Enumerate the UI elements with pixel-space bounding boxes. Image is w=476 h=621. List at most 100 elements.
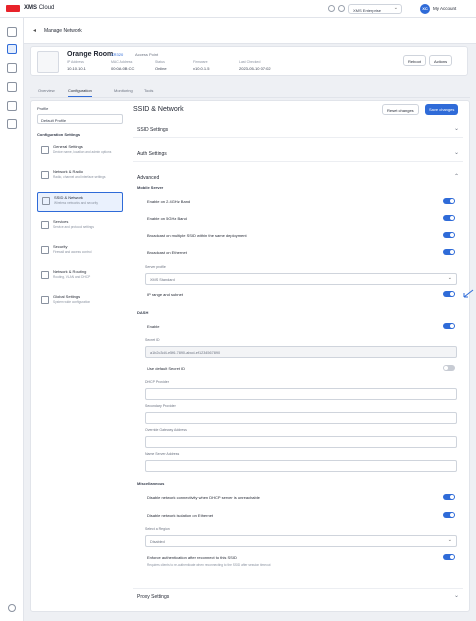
lock-icon — [41, 246, 49, 254]
nav-item-general[interactable]: General Settings Device name, location an… — [37, 142, 123, 162]
radio-icon — [41, 171, 49, 179]
avatar[interactable]: XC — [420, 4, 430, 14]
chevron-down-icon: ⌄ — [453, 126, 459, 132]
toggle-switch[interactable] — [443, 291, 455, 297]
general-icon — [41, 146, 49, 154]
profile-select[interactable]: Default Profile — [37, 114, 123, 124]
tab-bar: Overview Configuration Monitoring Tools — [30, 86, 470, 98]
chevron-down-icon: ⌄ — [453, 150, 459, 156]
collapse-icon[interactable] — [8, 604, 16, 612]
toggle-row: Disable network connectivity when DHCP s… — [145, 492, 457, 504]
toggle-switch[interactable] — [443, 215, 455, 221]
section-heading: Configuration Settings — [37, 132, 81, 137]
nav-item-services[interactable]: Services Service and protocol settings — [37, 217, 123, 237]
settings-nav: Profile Default Profile Configuration Se… — [37, 106, 123, 312]
field-label: DHCP Provider — [145, 380, 169, 384]
reset-button[interactable]: Reset changes — [382, 104, 419, 115]
network-icon[interactable] — [7, 44, 17, 54]
toggle-switch[interactable] — [443, 512, 455, 518]
mobile-heading: Mobile Server — [137, 185, 164, 190]
nav-item-radio[interactable]: Network & Radio Radio, channel and interf… — [37, 167, 123, 187]
monitor-icon[interactable] — [7, 63, 17, 73]
nav-item-global[interactable]: Global Settings System wide configuration — [37, 292, 123, 312]
back-arrow-icon[interactable]: ◂ — [33, 27, 36, 34]
misc-heading: Miscellaneous — [137, 481, 165, 486]
meta-ip: IP Address 10.10.10.1 — [67, 60, 86, 71]
meta-firmware: Firmware v10.0.1.5 — [193, 60, 210, 71]
tab-monitoring[interactable]: Monitoring — [114, 88, 133, 93]
field-label: Secondary Provider — [145, 404, 176, 408]
save-button[interactable]: Save changes — [425, 104, 459, 115]
nav-item-routing[interactable]: Network & Routing Routing, VLAN and DHCP — [37, 267, 123, 287]
device-type: Access Point — [135, 52, 159, 57]
secret-id-label: Secret ID — [145, 338, 160, 342]
shield-icon[interactable] — [7, 101, 17, 111]
secondary-provider-input[interactable] — [145, 412, 457, 424]
region-select[interactable]: Disabled — [145, 535, 457, 547]
toggle-row: Enable — [145, 321, 457, 333]
services-icon — [41, 221, 49, 229]
server-profile-label: Server profile — [145, 265, 166, 269]
toggle-row: IP range and subnet — [145, 289, 457, 301]
meta-mac: MAC Address 00:0A:0B:CC — [111, 60, 135, 71]
toggle-switch[interactable] — [443, 249, 455, 255]
user-name[interactable]: My Account — [433, 6, 456, 11]
page-title: Manage Network — [44, 28, 82, 34]
toggle-switch[interactable] — [443, 554, 455, 560]
account-select[interactable]: XMS Enterprise — [348, 4, 402, 14]
devices-icon[interactable] — [7, 82, 17, 92]
toggle-switch[interactable] — [443, 494, 455, 500]
tab-overview[interactable]: Overview — [38, 88, 55, 93]
actions-button[interactable]: Actions — [429, 55, 453, 66]
wifi-icon — [42, 197, 50, 205]
content-title: SSID & Network — [133, 106, 184, 113]
section-ssid[interactable]: SSID Settings ⌄ — [133, 122, 463, 138]
breadcrumb: ◂ Manage Network — [24, 18, 476, 44]
reboot-button[interactable]: Reboot — [403, 55, 426, 66]
home-icon[interactable] — [7, 27, 17, 37]
dash-heading: DASH — [137, 310, 149, 315]
server-profile-select[interactable]: XMS Standard — [145, 273, 457, 285]
name-server-input[interactable] — [145, 460, 457, 472]
device-model[interactable]: XR320 — [111, 52, 123, 57]
section-proxy[interactable]: Proxy Settings ⌄ — [133, 588, 463, 604]
meta-last-checked: Last Checked 2023-05-10 07:02 — [239, 60, 271, 71]
toggle-row: Enable on 5GHz Band — [145, 213, 457, 225]
help-text: Requires clients to re-authenticate when… — [147, 563, 271, 567]
field-label: Override Gateway Address — [145, 428, 187, 432]
profile-label: Profile — [37, 106, 49, 111]
nav-item-ssid[interactable]: SSID & Network Wireless networks and secu… — [37, 192, 123, 212]
secret-id-field[interactable]: a1b2c3d4-e5f6-7890-abcd-ef1234567890 — [145, 346, 457, 358]
toggle-row: Use default Secret ID — [145, 363, 457, 375]
toggle-switch[interactable] — [443, 323, 455, 329]
toggle-row: Disable network isolation on Ethernet — [145, 510, 457, 522]
routing-icon — [41, 271, 49, 279]
toggle-switch[interactable] — [443, 198, 455, 204]
device-header: Orange Room XR320 Access Point IP Addres… — [30, 46, 468, 76]
help-icon[interactable] — [328, 5, 335, 12]
device-name: Orange Room — [67, 51, 114, 58]
dhcp-provider-input[interactable] — [145, 388, 457, 400]
meta-status: Status Online — [155, 60, 167, 71]
top-bar: XMS Cloud XMS Enterprise XC My Account — [0, 0, 476, 18]
section-auth[interactable]: Auth Settings ⌄ — [133, 146, 463, 162]
nav-item-security[interactable]: Security Firewall and access control — [37, 242, 123, 262]
brand-name: XMS Cloud — [24, 5, 55, 11]
tab-tools[interactable]: Tools — [144, 88, 153, 93]
toggle-switch[interactable] — [443, 232, 455, 238]
toggle-row: Enable on 2.4GHz Band — [145, 196, 457, 208]
side-nav — [0, 18, 24, 621]
gateway-input[interactable] — [145, 436, 457, 448]
device-image — [37, 51, 59, 73]
globe-icon — [41, 296, 49, 304]
section-advanced[interactable]: Advanced ⌃ — [133, 170, 463, 186]
settings-icon[interactable] — [7, 119, 17, 129]
toggle-row: Broadcast on Ethernet — [145, 247, 457, 259]
brand-logo — [6, 5, 20, 12]
toggle-switch[interactable] — [443, 365, 455, 371]
notification-icon[interactable] — [338, 5, 345, 12]
tab-configuration[interactable]: Configuration — [68, 88, 92, 97]
field-label: Name Server Address — [145, 452, 180, 456]
arrow-icon — [463, 289, 474, 298]
chevron-up-icon: ⌃ — [453, 174, 459, 180]
